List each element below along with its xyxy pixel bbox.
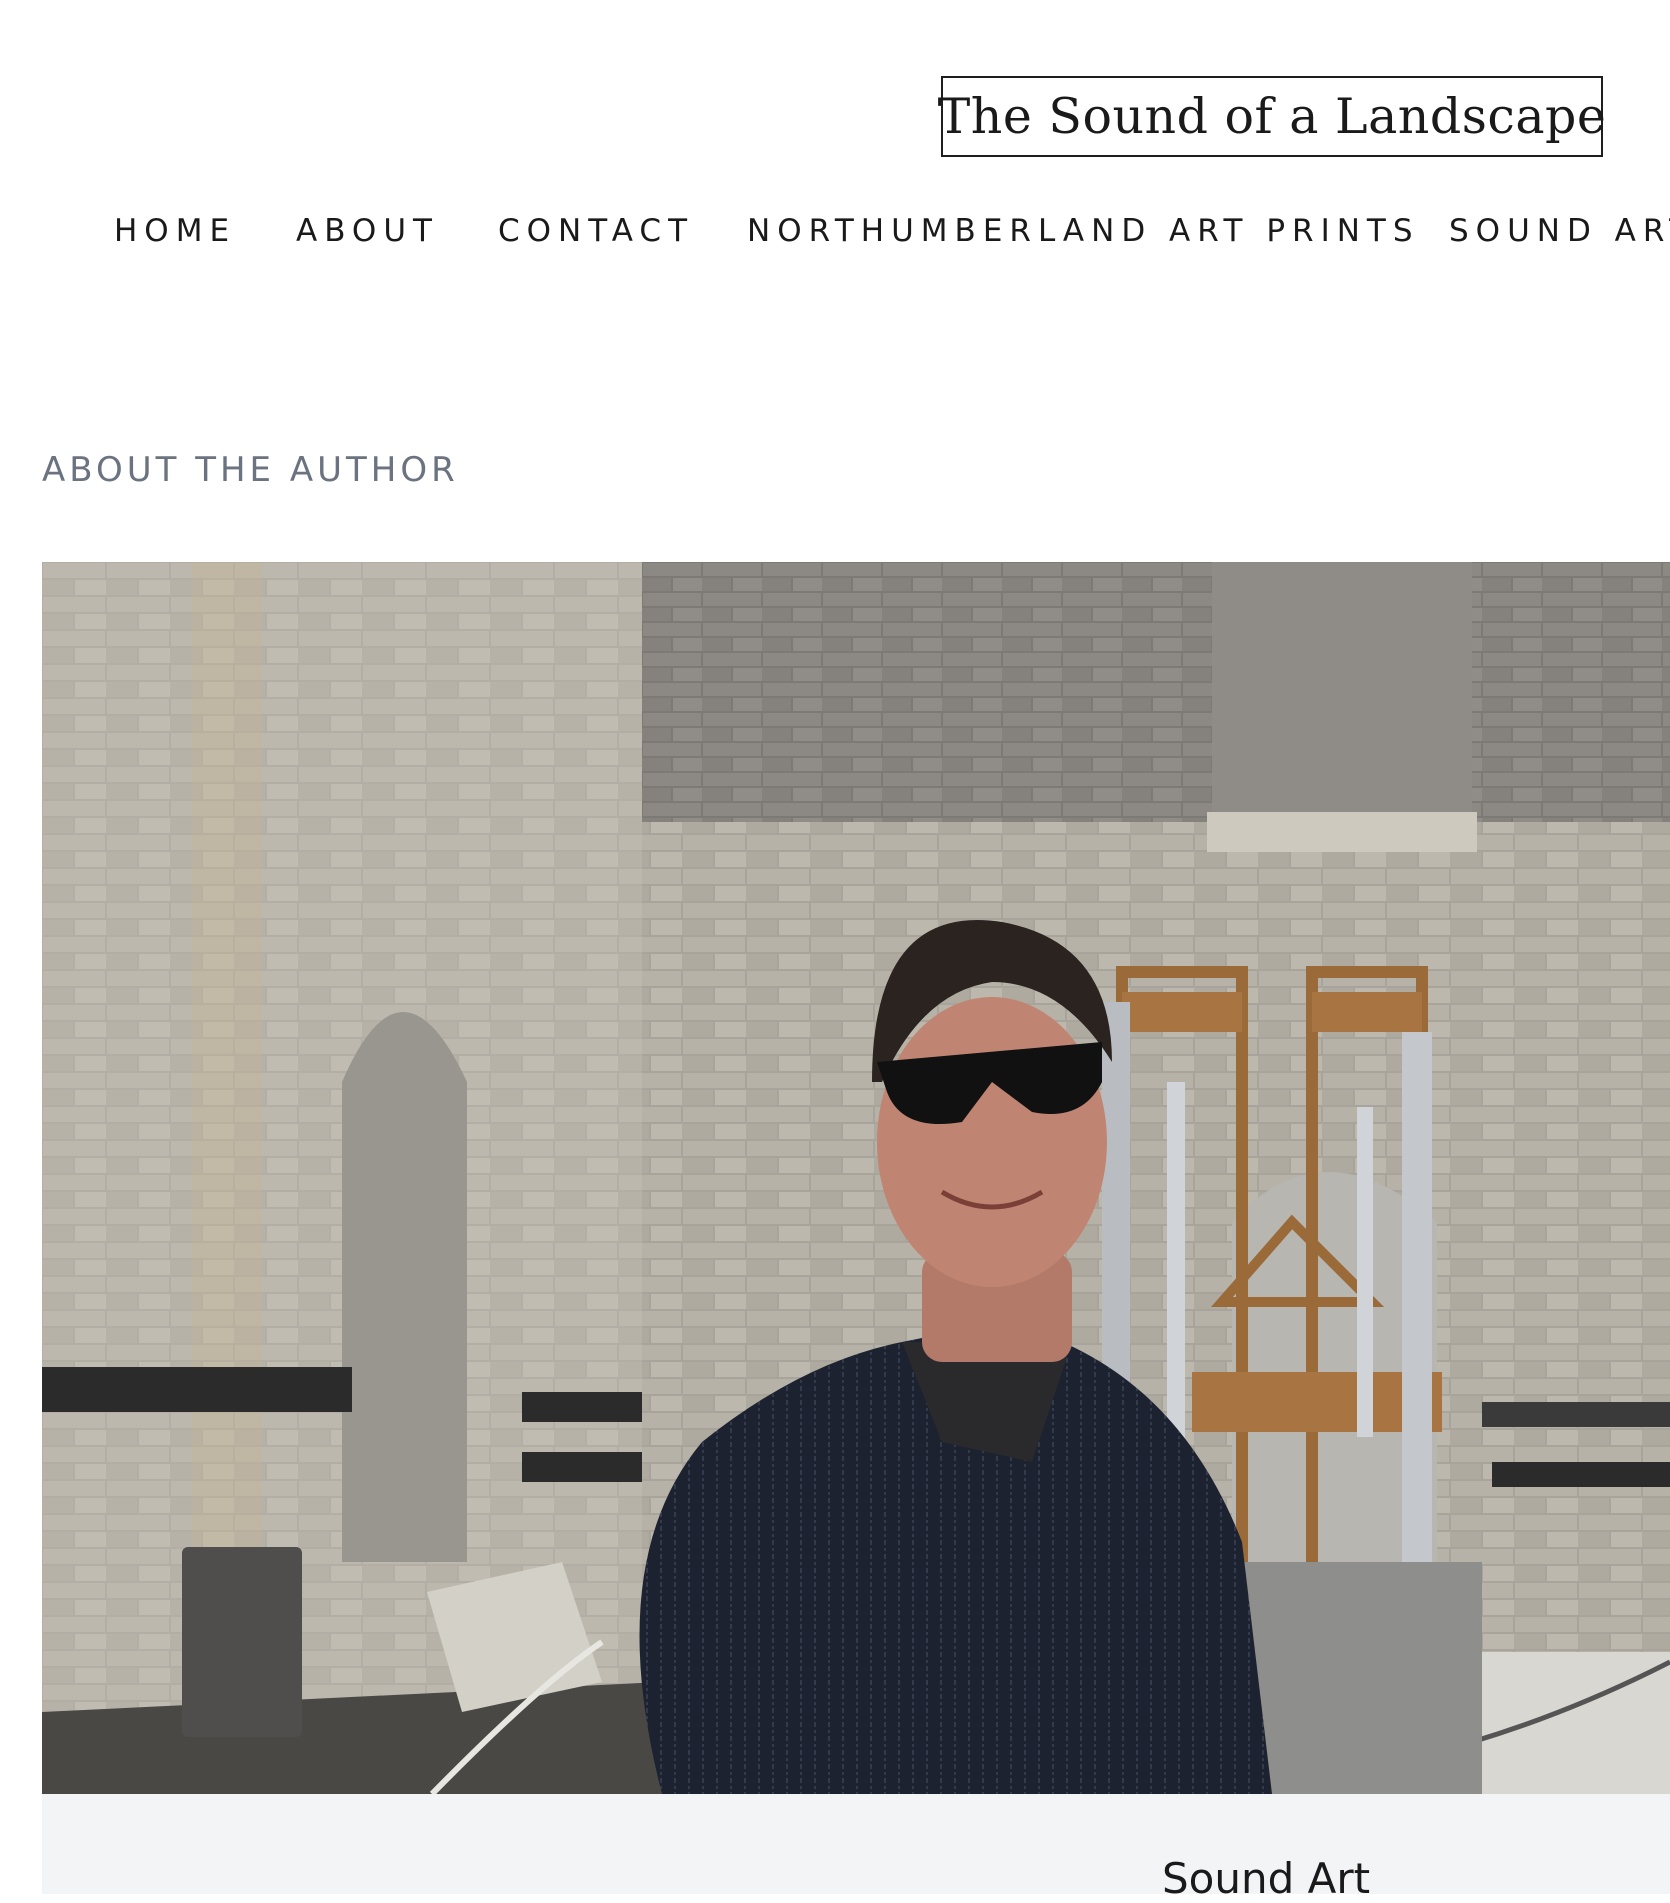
- site-logo[interactable]: The Sound of a Landscape: [938, 76, 1606, 157]
- card-title[interactable]: Sound Art: [1162, 1854, 1370, 1903]
- section-heading: ABOUT THE AUTHOR: [42, 450, 459, 490]
- sound-art-card: Sound Art: [42, 1794, 1670, 1903]
- nav-home[interactable]: HOME: [114, 206, 236, 256]
- nav-northumberland-art-prints[interactable]: NORTHUMBERLAND ART PRINTS: [747, 206, 1420, 256]
- main-nav: HOME ABOUT CONTACT NORTHUMBERLAND ART PR…: [0, 206, 1670, 266]
- nav-sound-art[interactable]: SOUND ART: [1449, 206, 1670, 256]
- author-photo: [42, 562, 1670, 1794]
- nav-contact[interactable]: CONTACT: [498, 206, 694, 256]
- nav-about[interactable]: ABOUT: [296, 206, 439, 256]
